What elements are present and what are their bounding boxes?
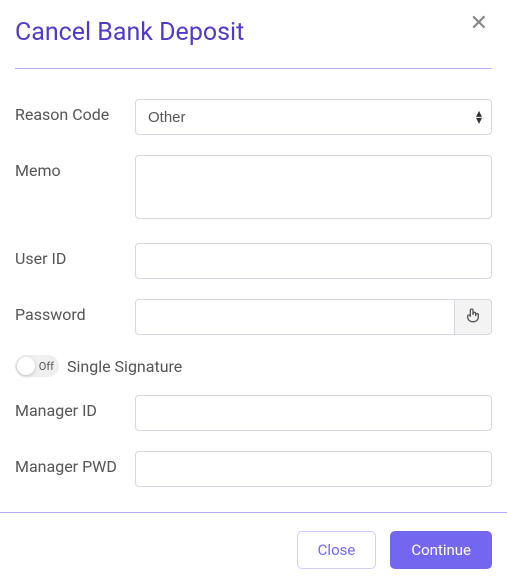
modal-footer: Close Continue bbox=[0, 512, 507, 587]
label-password: Password bbox=[15, 299, 135, 324]
toggle-handle bbox=[17, 357, 35, 375]
memo-textarea[interactable] bbox=[135, 155, 492, 219]
continue-button[interactable]: Continue bbox=[390, 531, 492, 569]
close-button[interactable]: Close bbox=[297, 531, 377, 569]
password-input[interactable] bbox=[135, 299, 454, 335]
modal-header: Cancel Bank Deposit ✕ bbox=[15, 10, 492, 69]
reason-code-select[interactable]: Other bbox=[135, 99, 492, 135]
row-user-id: User ID bbox=[15, 243, 492, 279]
row-manager-id: Manager ID bbox=[15, 395, 492, 431]
row-manager-pwd: Manager PWD bbox=[15, 451, 492, 487]
manager-id-input[interactable] bbox=[135, 395, 492, 431]
label-memo: Memo bbox=[15, 155, 135, 180]
cancel-bank-deposit-modal: Cancel Bank Deposit ✕ Reason Code Other … bbox=[0, 0, 507, 487]
label-manager-id: Manager ID bbox=[15, 395, 135, 420]
pointer-icon bbox=[465, 307, 481, 327]
user-id-input[interactable] bbox=[135, 243, 492, 279]
modal-title: Cancel Bank Deposit bbox=[15, 18, 244, 48]
manager-pwd-input[interactable] bbox=[135, 451, 492, 487]
row-single-signature: Off Single Signature bbox=[15, 355, 492, 377]
label-user-id: User ID bbox=[15, 243, 135, 268]
single-signature-toggle[interactable]: Off bbox=[15, 355, 59, 377]
close-icon[interactable]: ✕ bbox=[466, 10, 492, 36]
row-password: Password bbox=[15, 299, 492, 335]
password-reveal-button[interactable] bbox=[454, 299, 492, 335]
label-reason-code: Reason Code bbox=[15, 99, 135, 124]
toggle-state-text: Off bbox=[39, 360, 54, 373]
label-manager-pwd: Manager PWD bbox=[15, 451, 135, 476]
row-reason-code: Reason Code Other ▴▾ bbox=[15, 99, 492, 135]
form-body: Reason Code Other ▴▾ Memo User ID bbox=[15, 69, 492, 487]
label-single-signature: Single Signature bbox=[67, 357, 182, 376]
row-memo: Memo bbox=[15, 155, 492, 223]
